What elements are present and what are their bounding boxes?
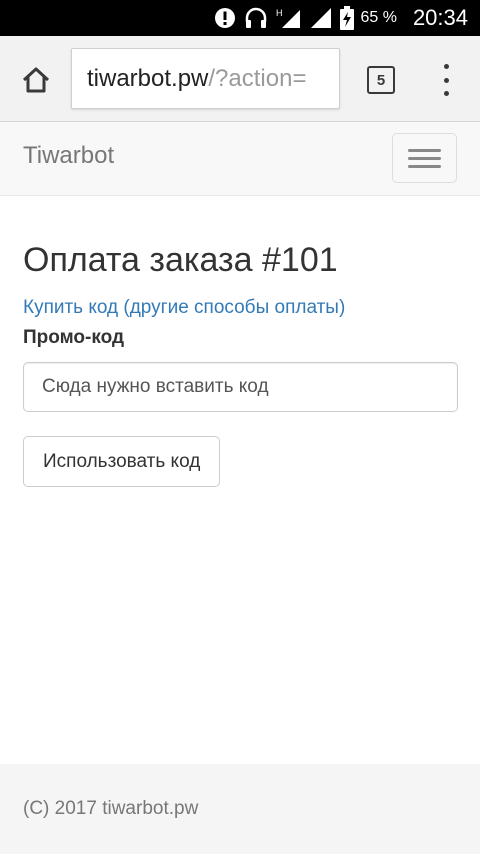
url-path: /?action= bbox=[208, 64, 307, 92]
tabs-button[interactable]: 5 bbox=[367, 66, 395, 94]
buy-code-link[interactable]: Купить код (другие способы оплаты) bbox=[23, 295, 459, 321]
battery-charging-icon bbox=[340, 6, 355, 30]
battery-percentage: 65 % bbox=[360, 9, 397, 26]
overflow-menu-icon bbox=[443, 64, 449, 69]
footer: (C) 2017 tiwarbot.pw bbox=[0, 764, 480, 854]
brand-link[interactable]: Tiwarbot bbox=[23, 142, 114, 170]
address-bar[interactable]: tiwarbot.pw/?action= bbox=[71, 48, 340, 109]
use-code-button[interactable]: Использовать код bbox=[23, 436, 221, 487]
site-navbar: Tiwarbot bbox=[0, 122, 480, 196]
hamburger-icon bbox=[408, 148, 441, 152]
tab-count: 5 bbox=[376, 71, 386, 89]
home-icon bbox=[22, 67, 50, 93]
clock: 20:34 bbox=[412, 5, 468, 30]
svg-text:H: H bbox=[276, 8, 283, 18]
signal-icon bbox=[310, 7, 332, 29]
page-title: Оплата заказа #101 bbox=[23, 241, 338, 279]
headphones-icon bbox=[244, 7, 268, 29]
navbar-toggle-button[interactable] bbox=[392, 133, 457, 183]
footer-copyright: (C) 2017 tiwarbot.pw bbox=[23, 798, 199, 819]
alert-icon bbox=[214, 7, 236, 29]
browser-toolbar: tiwarbot.pw/?action= 5 bbox=[0, 36, 480, 122]
promo-code-input[interactable] bbox=[23, 362, 458, 412]
home-button[interactable] bbox=[16, 60, 56, 100]
signal-h-icon: H bbox=[276, 7, 302, 29]
status-bar: H 65 % 20:34 bbox=[0, 0, 480, 36]
url-host: tiwarbot.pw bbox=[87, 64, 209, 92]
overflow-menu-button[interactable] bbox=[432, 62, 460, 98]
promo-code-label: Промо-код bbox=[23, 327, 125, 348]
main-content: Оплата заказа #101 Купить код (другие сп… bbox=[23, 238, 459, 487]
